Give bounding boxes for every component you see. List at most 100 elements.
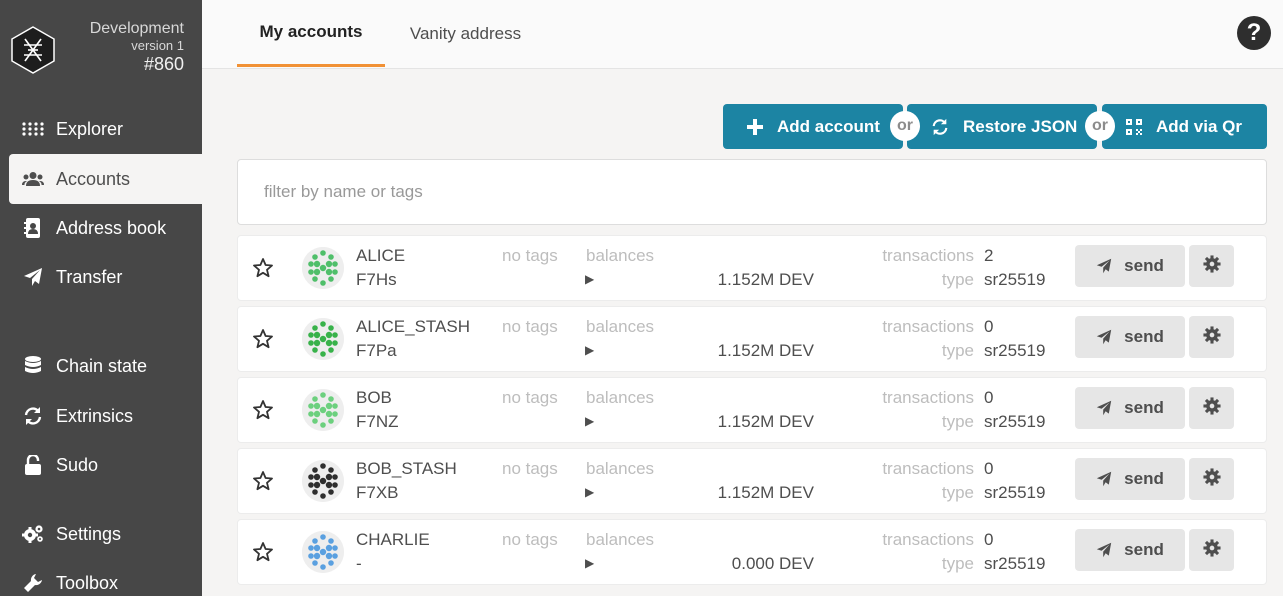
account-name: ALICE_STASH <box>356 317 471 336</box>
account-type: sr25519 <box>984 412 1046 431</box>
transactions-label: transactions <box>882 388 974 407</box>
sidebar-item-label: Chain state <box>56 355 148 376</box>
or-separator: or <box>1085 111 1115 141</box>
expand-arrow-icon[interactable]: ▶ <box>585 272 594 286</box>
account-address[interactable]: F7XB <box>356 483 399 503</box>
sidebar-item-address-book[interactable]: Address book <box>9 203 202 253</box>
sidebar-item-label: Toolbox <box>56 572 119 593</box>
account-balance: 1.152M DEV <box>717 483 814 502</box>
transactions-label: transactions <box>882 317 974 336</box>
sidebar-item-transfer[interactable]: Transfer <box>9 252 202 302</box>
account-tags: no tags <box>502 246 558 265</box>
paper-plane-icon <box>22 266 44 288</box>
send-label: send <box>1124 540 1164 559</box>
send-button[interactable]: send <box>1075 458 1185 500</box>
best-block-number: #860 <box>143 54 184 74</box>
account-balance: 1.152M DEV <box>717 270 814 289</box>
sidebar-item-label: Sudo <box>56 454 99 475</box>
restore-json-button[interactable]: Restore JSON <box>907 104 1097 149</box>
account-transactions: 2 <box>984 246 994 265</box>
sidebar-item-label: Explorer <box>56 118 124 139</box>
paper-plane-icon <box>1096 400 1112 416</box>
balances-label: balances <box>586 388 655 407</box>
account-address[interactable]: - <box>356 554 362 574</box>
account-settings-button[interactable] <box>1189 529 1234 571</box>
sidebar-item-label: Address book <box>56 217 167 238</box>
add-account-label: Add account <box>777 116 880 136</box>
account-address[interactable]: F7Pa <box>356 341 397 361</box>
or-separator: or <box>890 111 920 141</box>
account-type: sr25519 <box>984 341 1046 360</box>
transactions-label: transactions <box>882 246 974 265</box>
type-label: type <box>941 412 974 431</box>
account-balance: 0.000 DEV <box>731 554 814 573</box>
sidebar-item-label: Settings <box>56 523 122 544</box>
add-via-qr-label: Add via Qr <box>1156 116 1242 136</box>
paper-plane-icon <box>1096 258 1112 274</box>
account-identicon[interactable] <box>302 247 344 289</box>
tab-my-accounts[interactable]: My accounts <box>237 0 385 67</box>
substrate-logo[interactable] <box>10 25 56 75</box>
account-type: sr25519 <box>984 270 1046 289</box>
sidebar-item-label: Transfer <box>56 266 123 287</box>
sidebar-item-chain-state[interactable]: Chain state <box>9 341 202 391</box>
send-button[interactable]: send <box>1075 316 1185 358</box>
star-icon[interactable] <box>251 398 275 422</box>
add-via-qr-button[interactable]: Add via Qr <box>1102 104 1267 149</box>
account-name: CHARLIE <box>356 530 430 549</box>
account-row: CHARLIE - no tags balances ▶ 0.000 DEV t… <box>237 519 1267 585</box>
gear-icon <box>1202 325 1221 349</box>
account-address[interactable]: F7Hs <box>356 270 397 290</box>
send-button[interactable]: send <box>1075 529 1185 571</box>
chain-info: Development version 1 #860 <box>90 20 184 75</box>
filter-input[interactable] <box>237 159 1267 225</box>
account-identicon[interactable] <box>302 531 344 573</box>
star-icon[interactable] <box>251 540 275 564</box>
account-tags: no tags <box>502 388 558 407</box>
account-row: BOB_STASH F7XB no tags balances ▶ 1.152M… <box>237 448 1267 514</box>
account-settings-button[interactable] <box>1189 316 1234 358</box>
send-button[interactable]: send <box>1075 387 1185 429</box>
account-settings-button[interactable] <box>1189 245 1234 287</box>
sidebar-item-extrinsics[interactable]: Extrinsics <box>9 391 202 441</box>
sidebar-item-toolbox[interactable]: Toolbox <box>9 558 202 596</box>
type-label: type <box>941 483 974 502</box>
account-tags: no tags <box>502 317 558 336</box>
account-settings-button[interactable] <box>1189 458 1234 500</box>
expand-arrow-icon[interactable]: ▶ <box>585 343 594 357</box>
unlock-icon <box>22 454 44 476</box>
expand-arrow-icon[interactable]: ▶ <box>585 485 594 499</box>
sidebar-item-sudo[interactable]: Sudo <box>9 440 202 490</box>
account-address[interactable]: F7NZ <box>356 412 399 432</box>
account-identicon[interactable] <box>302 389 344 431</box>
sidebar-item-label: Accounts <box>56 168 131 189</box>
send-button[interactable]: send <box>1075 245 1185 287</box>
sidebar-item-accounts[interactable]: Accounts <box>9 154 202 204</box>
expand-arrow-icon[interactable]: ▶ <box>585 414 594 428</box>
account-transactions: 0 <box>984 388 994 407</box>
tab-vanity-address[interactable]: Vanity address <box>399 0 532 67</box>
add-account-button[interactable]: Add account <box>723 104 903 149</box>
star-icon[interactable] <box>251 469 275 493</box>
balances-label: balances <box>586 317 655 336</box>
grid-dots-icon <box>22 118 44 140</box>
account-identicon[interactable] <box>302 318 344 360</box>
account-type: sr25519 <box>984 483 1046 502</box>
account-row: BOB F7NZ no tags balances ▶ 1.152M DEV t… <box>237 377 1267 443</box>
help-icon[interactable]: ? <box>1237 16 1271 50</box>
account-transactions: 0 <box>984 530 994 549</box>
star-icon[interactable] <box>251 256 275 280</box>
star-icon[interactable] <box>251 327 275 351</box>
expand-arrow-icon[interactable]: ▶ <box>585 556 594 570</box>
account-balance: 1.152M DEV <box>717 341 814 360</box>
send-label: send <box>1124 398 1164 417</box>
account-name: ALICE <box>356 246 406 265</box>
sidebar-item-label: Extrinsics <box>56 405 134 426</box>
restore-json-label: Restore JSON <box>963 116 1078 136</box>
sidebar-item-explorer[interactable]: Explorer <box>9 104 202 154</box>
account-identicon[interactable] <box>302 460 344 502</box>
account-settings-button[interactable] <box>1189 387 1234 429</box>
sidebar-item-settings[interactable]: Settings <box>9 509 202 559</box>
users-icon <box>22 168 44 190</box>
database-icon <box>22 355 44 377</box>
